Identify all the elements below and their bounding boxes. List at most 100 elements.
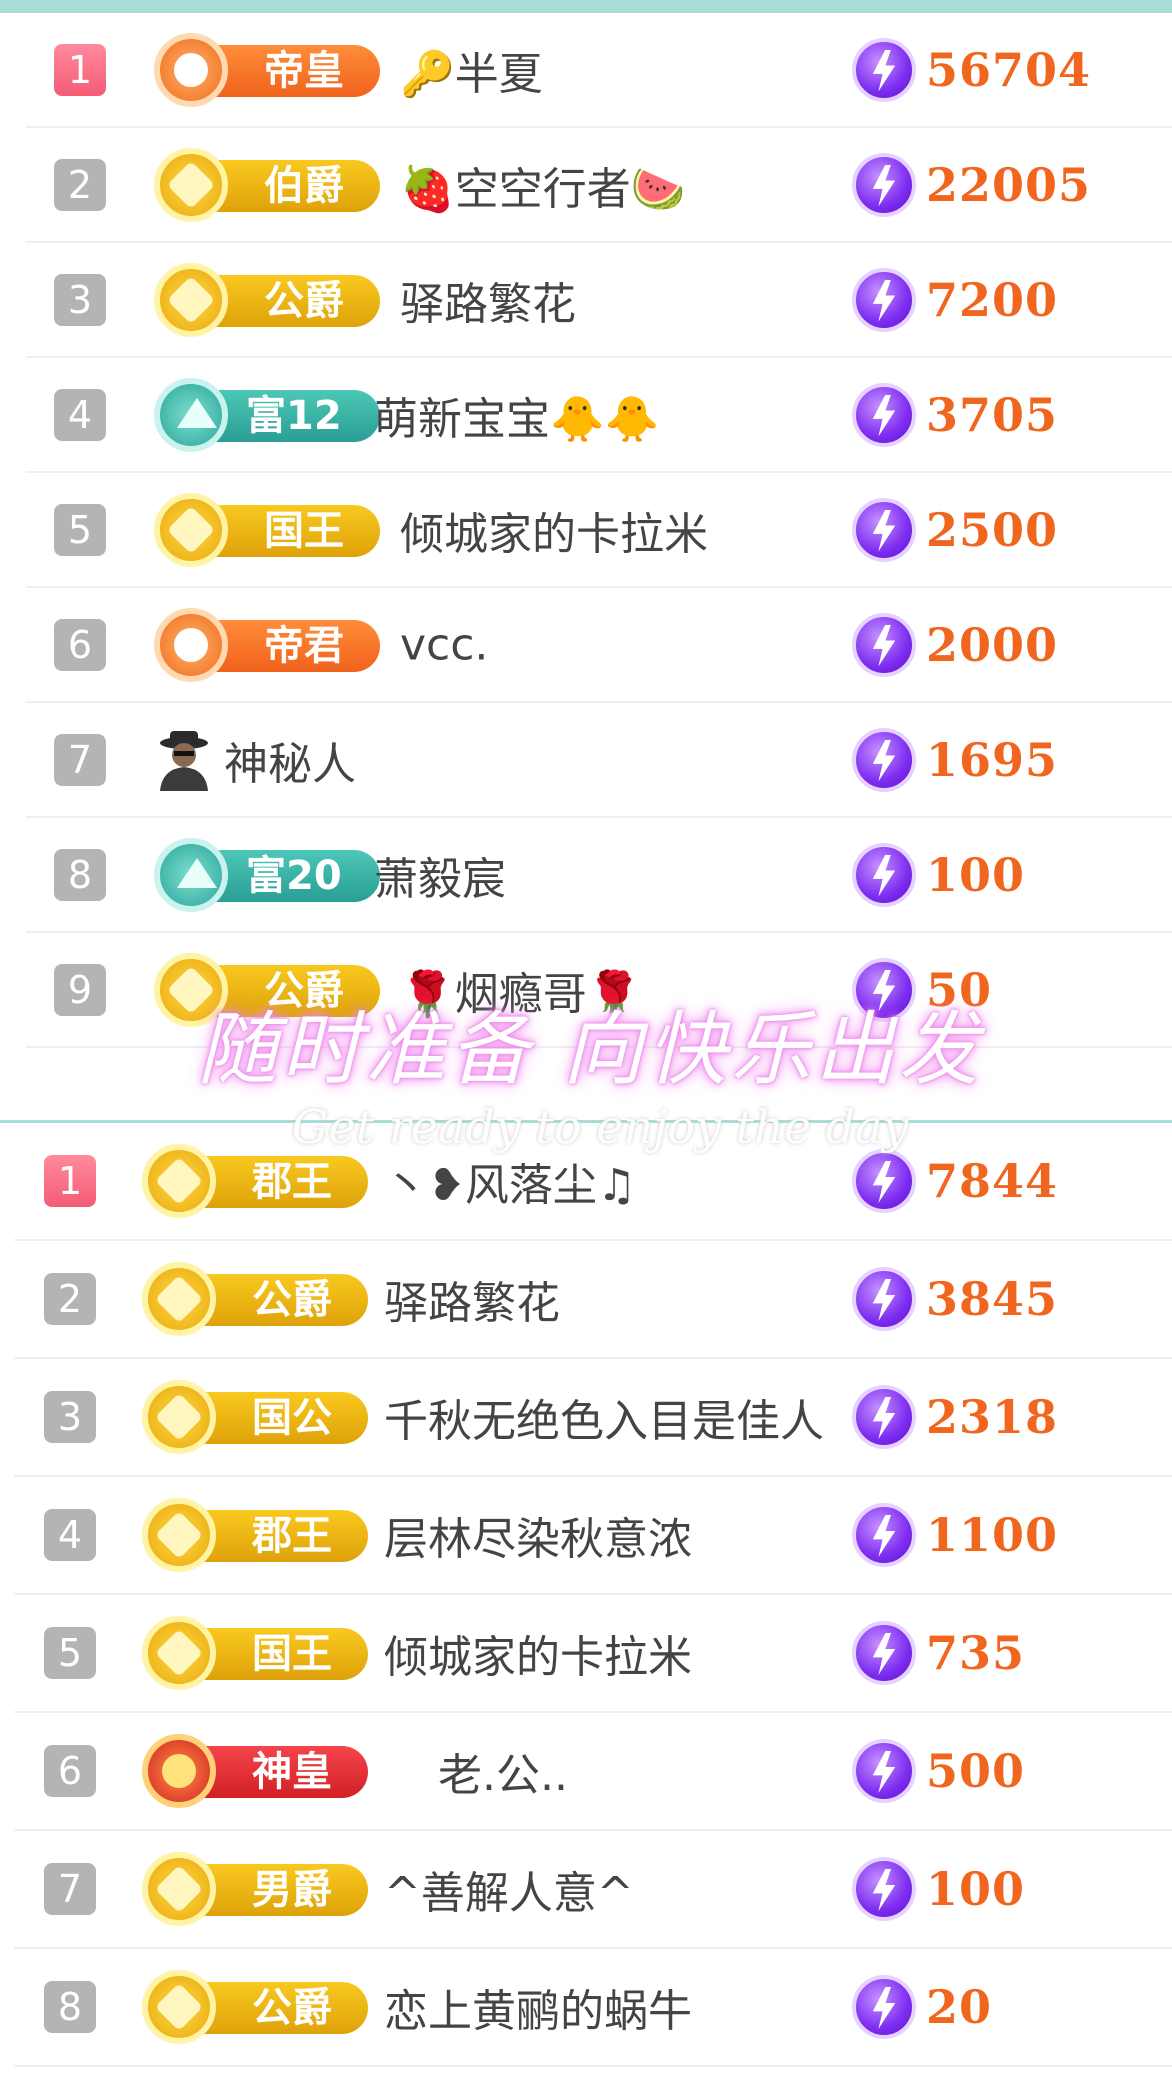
leaderboard-row[interactable]: 4 郡王 层林尽染秋意浓 1100 [14, 1477, 1172, 1595]
user-name[interactable]: 倾城家的卡拉米 [384, 1621, 692, 1685]
energy-bolt-icon [852, 267, 916, 332]
leaderboard-row[interactable]: 8 公爵 恋上黄鹂的蜗牛 20 [14, 1949, 1172, 2067]
user-name[interactable]: 倾城家的卡拉米 [400, 498, 708, 562]
badge-coin-icon [154, 147, 228, 222]
leaderboard-panel-1: 1 帝皇 🔑半夏 56704 2 伯爵 🍓空空行者🍉 22005 3 公爵 驿路繁花 7200 4 富12… [0, 13, 1172, 1048]
rank-title-badge: 男爵 [142, 1852, 374, 1926]
user-name[interactable]: 驿路繁花 [400, 268, 576, 332]
leaderboard-row[interactable]: 3 国公 千秋无绝色入目是佳人 2318 [14, 1359, 1172, 1477]
mystery-person-icon [154, 729, 214, 791]
rank-title-badge: 郡王 [142, 1144, 374, 1218]
energy-bolt-icon [852, 842, 916, 907]
user-name[interactable]: ^善解人意^ [384, 1857, 634, 1921]
leaderboard-row[interactable]: 2 公爵 驿路繁花 3845 [14, 1241, 1172, 1359]
badge-coin-icon [142, 1734, 216, 1808]
rank-title-badge: 郡王 [142, 1498, 374, 1572]
score-value: 2000 [926, 617, 1059, 672]
energy-bolt-icon [852, 1621, 916, 1685]
rank-title-badge: 公爵 [142, 1262, 374, 1336]
user-name[interactable]: 萧毅宸 [374, 843, 506, 907]
rank-number: 3 [44, 1391, 96, 1443]
user-name[interactable]: 🍓空空行者🍉 [400, 153, 686, 217]
energy-bolt-icon [852, 1503, 916, 1567]
energy-bolt-icon [852, 612, 916, 677]
rank-title-badge: 公爵 [154, 262, 386, 337]
rank-number: 2 [44, 1273, 96, 1325]
energy-bolt-icon [852, 727, 916, 792]
leaderboard-row[interactable]: 1 帝皇 🔑半夏 56704 [26, 13, 1172, 128]
score-value: 100 [926, 1862, 1026, 1916]
badge-coin-icon [154, 837, 228, 912]
rank-title-badge: 国王 [154, 492, 386, 567]
user-name[interactable]: 恋上黄鹂的蜗牛 [384, 1975, 692, 2039]
leaderboard-row[interactable]: 6 帝君 vcc. 2000 [26, 588, 1172, 703]
energy-bolt-icon [852, 1975, 916, 2039]
leaderboard-row[interactable]: 7 神秘人 1695 [26, 703, 1172, 818]
leaderboard-row[interactable]: 6 神皇 老.公.. 500 [14, 1713, 1172, 1831]
rank-number: 3 [54, 273, 106, 326]
badge-coin-icon [154, 377, 228, 452]
user-name[interactable]: vcc. [400, 619, 488, 670]
badge-coin-icon [154, 262, 228, 337]
badge-coin-icon [154, 607, 228, 682]
rank-number: 7 [44, 1863, 96, 1915]
user-name[interactable]: 驿路繁花 [384, 1267, 560, 1331]
score-value: 2318 [926, 1390, 1059, 1444]
user-name[interactable]: 千秋无绝色入目是佳人 [384, 1385, 824, 1449]
watermark-text: 随时准备 向快乐出发 [197, 1003, 983, 1096]
badge-coin-icon [154, 32, 228, 107]
energy-bolt-icon [852, 1267, 916, 1331]
rank-number: 4 [44, 1509, 96, 1561]
score-value: 20 [926, 1980, 993, 2034]
badge-coin-icon [142, 1616, 216, 1690]
rank-number: 1 [44, 1155, 96, 1207]
score-value: 1695 [926, 732, 1059, 787]
score-value: 3705 [926, 387, 1059, 442]
rank-title-badge: 富12 [154, 377, 386, 452]
rank-title-badge: 富20 [154, 837, 386, 912]
score-value: 1100 [926, 1508, 1059, 1562]
user-name[interactable]: 🔑半夏 [400, 38, 543, 102]
leaderboard-row[interactable]: 5 国王 倾城家的卡拉米 735 [14, 1595, 1172, 1713]
user-name[interactable]: 神秘人 [224, 728, 356, 792]
rank-title-badge: 国王 [142, 1616, 374, 1690]
rank-number: 9 [54, 963, 106, 1016]
energy-bolt-icon [852, 152, 916, 217]
score-value: 2500 [926, 502, 1059, 557]
leaderboard-row[interactable]: 3 公爵 驿路繁花 7200 [26, 243, 1172, 358]
user-name[interactable]: 丶❥风落尘♫ [384, 1149, 636, 1213]
leaderboard-row[interactable]: 8 富20 萧毅宸 100 [26, 818, 1172, 933]
energy-bolt-icon [852, 382, 916, 447]
energy-bolt-icon [852, 37, 916, 102]
energy-bolt-icon [852, 1739, 916, 1803]
rank-title-badge: 国公 [142, 1380, 374, 1454]
rank-number: 7 [54, 733, 106, 786]
user-name[interactable]: 萌新宝宝🐥🐥 [374, 383, 660, 447]
leaderboard-row[interactable]: 2 伯爵 🍓空空行者🍉 22005 [26, 128, 1172, 243]
score-value: 100 [926, 847, 1026, 902]
user-name[interactable]: 老.公.. [438, 1739, 568, 1803]
watermark-subtext: Get ready to enjoy the day [291, 1100, 909, 1154]
badge-coin-icon [154, 492, 228, 567]
leaderboard-row[interactable]: 4 富12 萌新宝宝🐥🐥 3705 [26, 358, 1172, 473]
score-value: 56704 [926, 42, 1092, 97]
rank-number: 5 [54, 503, 106, 556]
rank-title-badge: 神皇 [142, 1734, 374, 1808]
badge-coin-icon [142, 1380, 216, 1454]
leaderboard-row[interactable]: 7 男爵 ^善解人意^ 100 [14, 1831, 1172, 1949]
leaderboard-row[interactable]: 5 国王 倾城家的卡拉米 2500 [26, 473, 1172, 588]
rank-title-badge: 帝皇 [154, 32, 386, 107]
score-value: 735 [926, 1626, 1026, 1680]
rank-number: 2 [54, 158, 106, 211]
score-value: 500 [926, 1744, 1026, 1798]
rank-number: 6 [54, 618, 106, 671]
rank-number: 6 [44, 1745, 96, 1797]
leaderboard-panel-2: 1 郡王 丶❥风落尘♫ 7844 2 公爵 驿路繁花 3845 3 国公 千秋无绝色入目是佳人 231… [0, 1120, 1172, 2067]
score-value: 7200 [926, 272, 1059, 327]
user-name[interactable]: 层林尽染秋意浓 [384, 1503, 692, 1567]
badge-coin-icon [142, 1498, 216, 1572]
badge-coin-icon [142, 1852, 216, 1926]
badge-coin-icon [142, 1262, 216, 1336]
rank-number: 8 [44, 1981, 96, 2033]
rank-title-badge: 公爵 [142, 1970, 374, 2044]
